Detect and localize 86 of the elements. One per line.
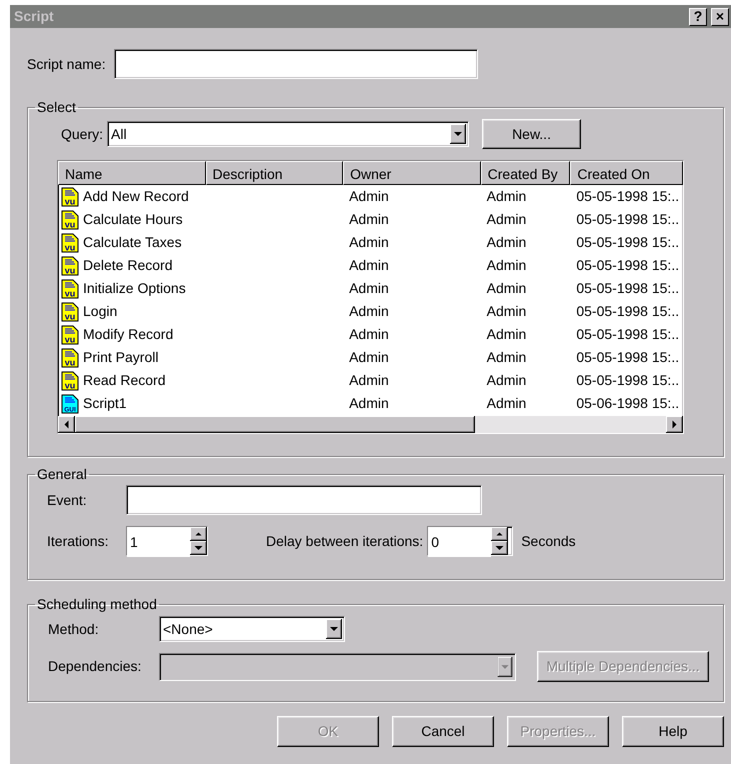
table-cell: 05-05-1998 15:..	[576, 303, 680, 319]
table-cell: Admin	[486, 257, 526, 273]
column-header[interactable]: Owner	[343, 161, 481, 185]
dropdown-arrow-icon[interactable]	[326, 619, 342, 639]
table-cell: Admin	[486, 234, 526, 250]
unit-label: Seconds	[521, 532, 576, 550]
delay-spinner[interactable]: 0	[427, 526, 514, 556]
table-cell: Admin	[349, 349, 389, 365]
table-cell: Admin	[486, 349, 526, 365]
scrollbar-thumb[interactable]	[75, 416, 475, 433]
table-cell: Admin	[486, 211, 526, 227]
script-file-icon: vu	[61, 348, 79, 368]
event-field[interactable]	[126, 485, 482, 515]
script-file-icon: vu	[61, 324, 79, 344]
scroll-right-button[interactable]	[666, 416, 683, 433]
script-file-icon: vu	[61, 302, 79, 322]
dialog-button[interactable]: Cancel	[392, 716, 494, 747]
table-cell: Admin	[349, 280, 389, 296]
script-name[interactable]: Calculate Hours	[83, 209, 183, 230]
field-label: Delay between iterations:	[266, 532, 424, 551]
close-button[interactable]: ×	[711, 8, 729, 26]
column-header[interactable]: Name	[58, 161, 206, 185]
query-dropdown[interactable]: All	[107, 121, 470, 147]
script-file-icon: vu	[61, 186, 79, 206]
column-header[interactable]: Created By	[480, 161, 570, 185]
table-cell: Admin	[349, 257, 389, 273]
field-label: Dependencies:	[48, 657, 142, 676]
table-cell: Admin	[486, 372, 526, 388]
table-cell: Admin	[349, 211, 389, 227]
dialog-button[interactable]: Help	[622, 716, 724, 747]
group-label: Scheduling method	[36, 596, 158, 612]
script-file-icon: vu	[61, 278, 79, 298]
spin-down-button[interactable]	[491, 541, 508, 555]
table-cell: Admin	[349, 303, 389, 319]
field-label: Method:	[48, 620, 100, 638]
script-name[interactable]: Delete Record	[83, 255, 172, 276]
field-label: Event:	[47, 490, 88, 510]
field-label: Iterations:	[47, 532, 110, 550]
script-file-icon: vu	[61, 232, 79, 252]
group-label: Select	[36, 99, 77, 115]
script-file-icon: vu	[61, 256, 79, 276]
script-name[interactable]: Modify Record	[83, 324, 174, 345]
table-cell: Admin	[349, 395, 389, 411]
table-cell: 05-05-1998 15:..	[576, 280, 680, 296]
new-button[interactable]: New...	[482, 119, 582, 149]
scroll-left-button[interactable]	[58, 416, 75, 433]
table-cell: Admin	[486, 395, 526, 411]
script-name[interactable]: Add New Record	[83, 186, 189, 207]
script-name[interactable]: Print Payroll	[83, 347, 158, 368]
field-label: Query:	[61, 124, 104, 144]
script-name-field[interactable]	[114, 49, 478, 79]
table-cell: 05-05-1998 15:..	[576, 349, 680, 365]
spin-up-button[interactable]	[190, 527, 207, 541]
window-title: Script	[14, 7, 55, 26]
table-cell: Admin	[486, 326, 526, 342]
table-cell: 05-05-1998 15:..	[576, 326, 680, 342]
script-name[interactable]: Login	[83, 301, 118, 322]
column-header[interactable]: Description	[206, 161, 344, 185]
table-cell: Admin	[349, 234, 389, 250]
script-name[interactable]: Script1	[83, 393, 127, 414]
method-dropdown[interactable]: <None>	[159, 616, 345, 642]
dropdown-arrow-icon[interactable]	[450, 124, 466, 144]
column-header[interactable]: Created On	[570, 161, 683, 185]
table-cell: Admin	[349, 188, 389, 204]
table-cell: 05-05-1998 15:..	[576, 234, 680, 250]
table-cell: 05-05-1998 15:..	[576, 211, 680, 227]
help-button[interactable]: ?	[689, 8, 707, 26]
iterations-spinner[interactable]: 1	[126, 526, 208, 556]
script-name[interactable]: Initialize Options	[83, 278, 186, 299]
script-name[interactable]: Calculate Taxes	[83, 232, 182, 253]
table-cell: Admin	[486, 280, 526, 296]
table-cell: Admin	[486, 303, 526, 319]
table-cell: 05-06-1998 15:..	[576, 395, 680, 411]
table-cell: Admin	[349, 326, 389, 342]
script-file-icon: vu	[61, 210, 79, 230]
table-cell: Admin	[486, 188, 526, 204]
spin-up-button[interactable]	[491, 527, 508, 541]
table-cell: 05-05-1998 15:..	[576, 372, 680, 388]
script-name[interactable]: Read Record	[83, 370, 166, 391]
group-label: General	[36, 466, 88, 482]
table-cell: Admin	[349, 372, 389, 388]
field-label: Script name:	[27, 54, 106, 74]
script-file-icon: vu	[61, 370, 79, 390]
spin-down-button[interactable]	[190, 541, 207, 555]
table-cell: 05-05-1998 15:..	[576, 257, 680, 273]
table-cell: 05-05-1998 15:..	[576, 188, 680, 204]
